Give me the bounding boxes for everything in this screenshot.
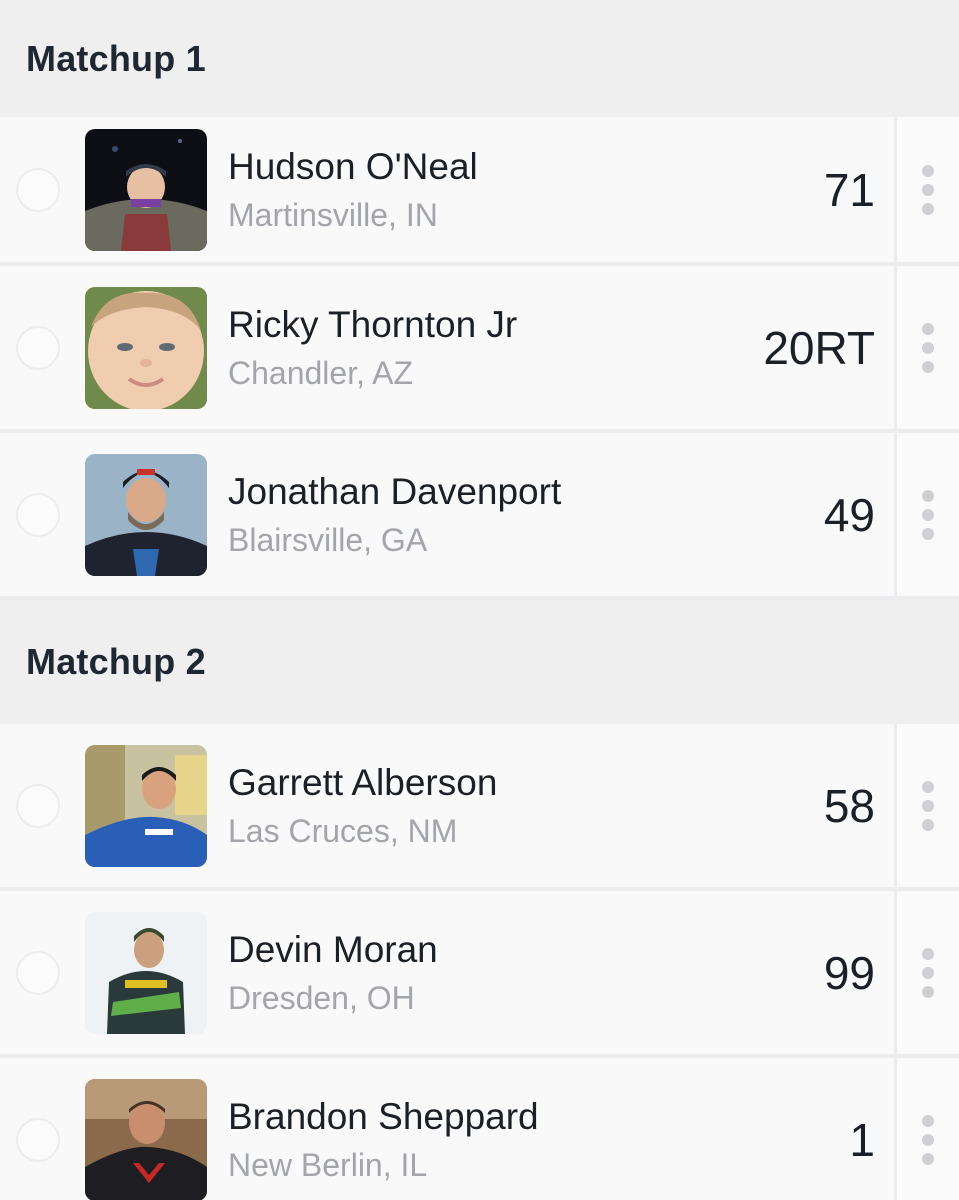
car-number: 49	[823, 488, 875, 541]
driver-row[interactable]: Devin Moran Dresden, OH 99	[0, 891, 959, 1058]
more-options-icon[interactable]	[894, 433, 959, 596]
select-radio[interactable]	[16, 167, 60, 212]
driver-avatar	[85, 1078, 207, 1200]
matchup-header: Matchup 1	[0, 0, 959, 117]
driver-avatar	[85, 128, 207, 251]
driver-name: Hudson O'Neal	[228, 146, 478, 188]
driver-location: Las Cruces, NM	[228, 812, 458, 849]
driver-location: Martinsville, IN	[228, 196, 438, 233]
driver-name: Garrett Alberson	[228, 762, 498, 804]
driver-row[interactable]: Brandon Sheppard New Berlin, IL 1	[0, 1058, 959, 1200]
driver-name: Ricky Thornton Jr	[228, 304, 518, 346]
car-number: 20RT	[763, 321, 875, 374]
driver-location: Blairsville, GA	[228, 521, 428, 558]
driver-avatar	[85, 911, 207, 1034]
driver-row[interactable]: Ricky Thornton Jr Chandler, AZ 20RT	[0, 266, 959, 433]
driver-location: New Berlin, IL	[228, 1146, 428, 1183]
select-radio[interactable]	[16, 1117, 60, 1162]
more-options-icon[interactable]	[894, 724, 959, 887]
driver-row[interactable]: Jonathan Davenport Blairsville, GA 49	[0, 433, 959, 600]
matchup-header: Matchup 2	[0, 600, 959, 724]
driver-location: Dresden, OH	[228, 979, 415, 1016]
matchup-title: Matchup 2	[26, 641, 206, 682]
driver-row[interactable]: Garrett Alberson Las Cruces, NM 58	[0, 724, 959, 891]
driver-avatar	[85, 286, 207, 409]
more-options-icon[interactable]	[894, 891, 959, 1054]
driver-name: Jonathan Davenport	[228, 471, 562, 513]
driver-info: Brandon Sheppard New Berlin, IL	[228, 1095, 539, 1184]
driver-avatar	[85, 744, 207, 867]
driver-avatar	[85, 453, 207, 576]
driver-name: Devin Moran	[228, 929, 438, 971]
car-number: 1	[849, 1113, 875, 1166]
car-number: 71	[823, 163, 875, 216]
driver-row[interactable]: Hudson O'Neal Martinsville, IN 71	[0, 117, 959, 266]
select-radio[interactable]	[16, 325, 60, 370]
car-number: 99	[823, 946, 875, 999]
driver-info: Jonathan Davenport Blairsville, GA	[228, 470, 561, 559]
more-options-icon[interactable]	[894, 266, 959, 429]
select-radio[interactable]	[16, 783, 60, 828]
select-radio[interactable]	[16, 492, 60, 537]
more-options-icon[interactable]	[894, 117, 959, 262]
car-number: 58	[823, 779, 875, 832]
matchup-picker: Matchup 1 Hudson O'Neal Martinsville, IN…	[0, 0, 959, 1200]
select-radio[interactable]	[16, 950, 60, 995]
driver-info: Ricky Thornton Jr Chandler, AZ	[228, 303, 517, 392]
more-options-icon[interactable]	[894, 1058, 959, 1200]
driver-info: Hudson O'Neal Martinsville, IN	[228, 145, 478, 234]
driver-location: Chandler, AZ	[228, 354, 413, 391]
driver-name: Brandon Sheppard	[228, 1096, 539, 1138]
driver-info: Garrett Alberson Las Cruces, NM	[228, 761, 497, 850]
driver-info: Devin Moran Dresden, OH	[228, 928, 438, 1017]
matchup-title: Matchup 1	[26, 37, 206, 79]
